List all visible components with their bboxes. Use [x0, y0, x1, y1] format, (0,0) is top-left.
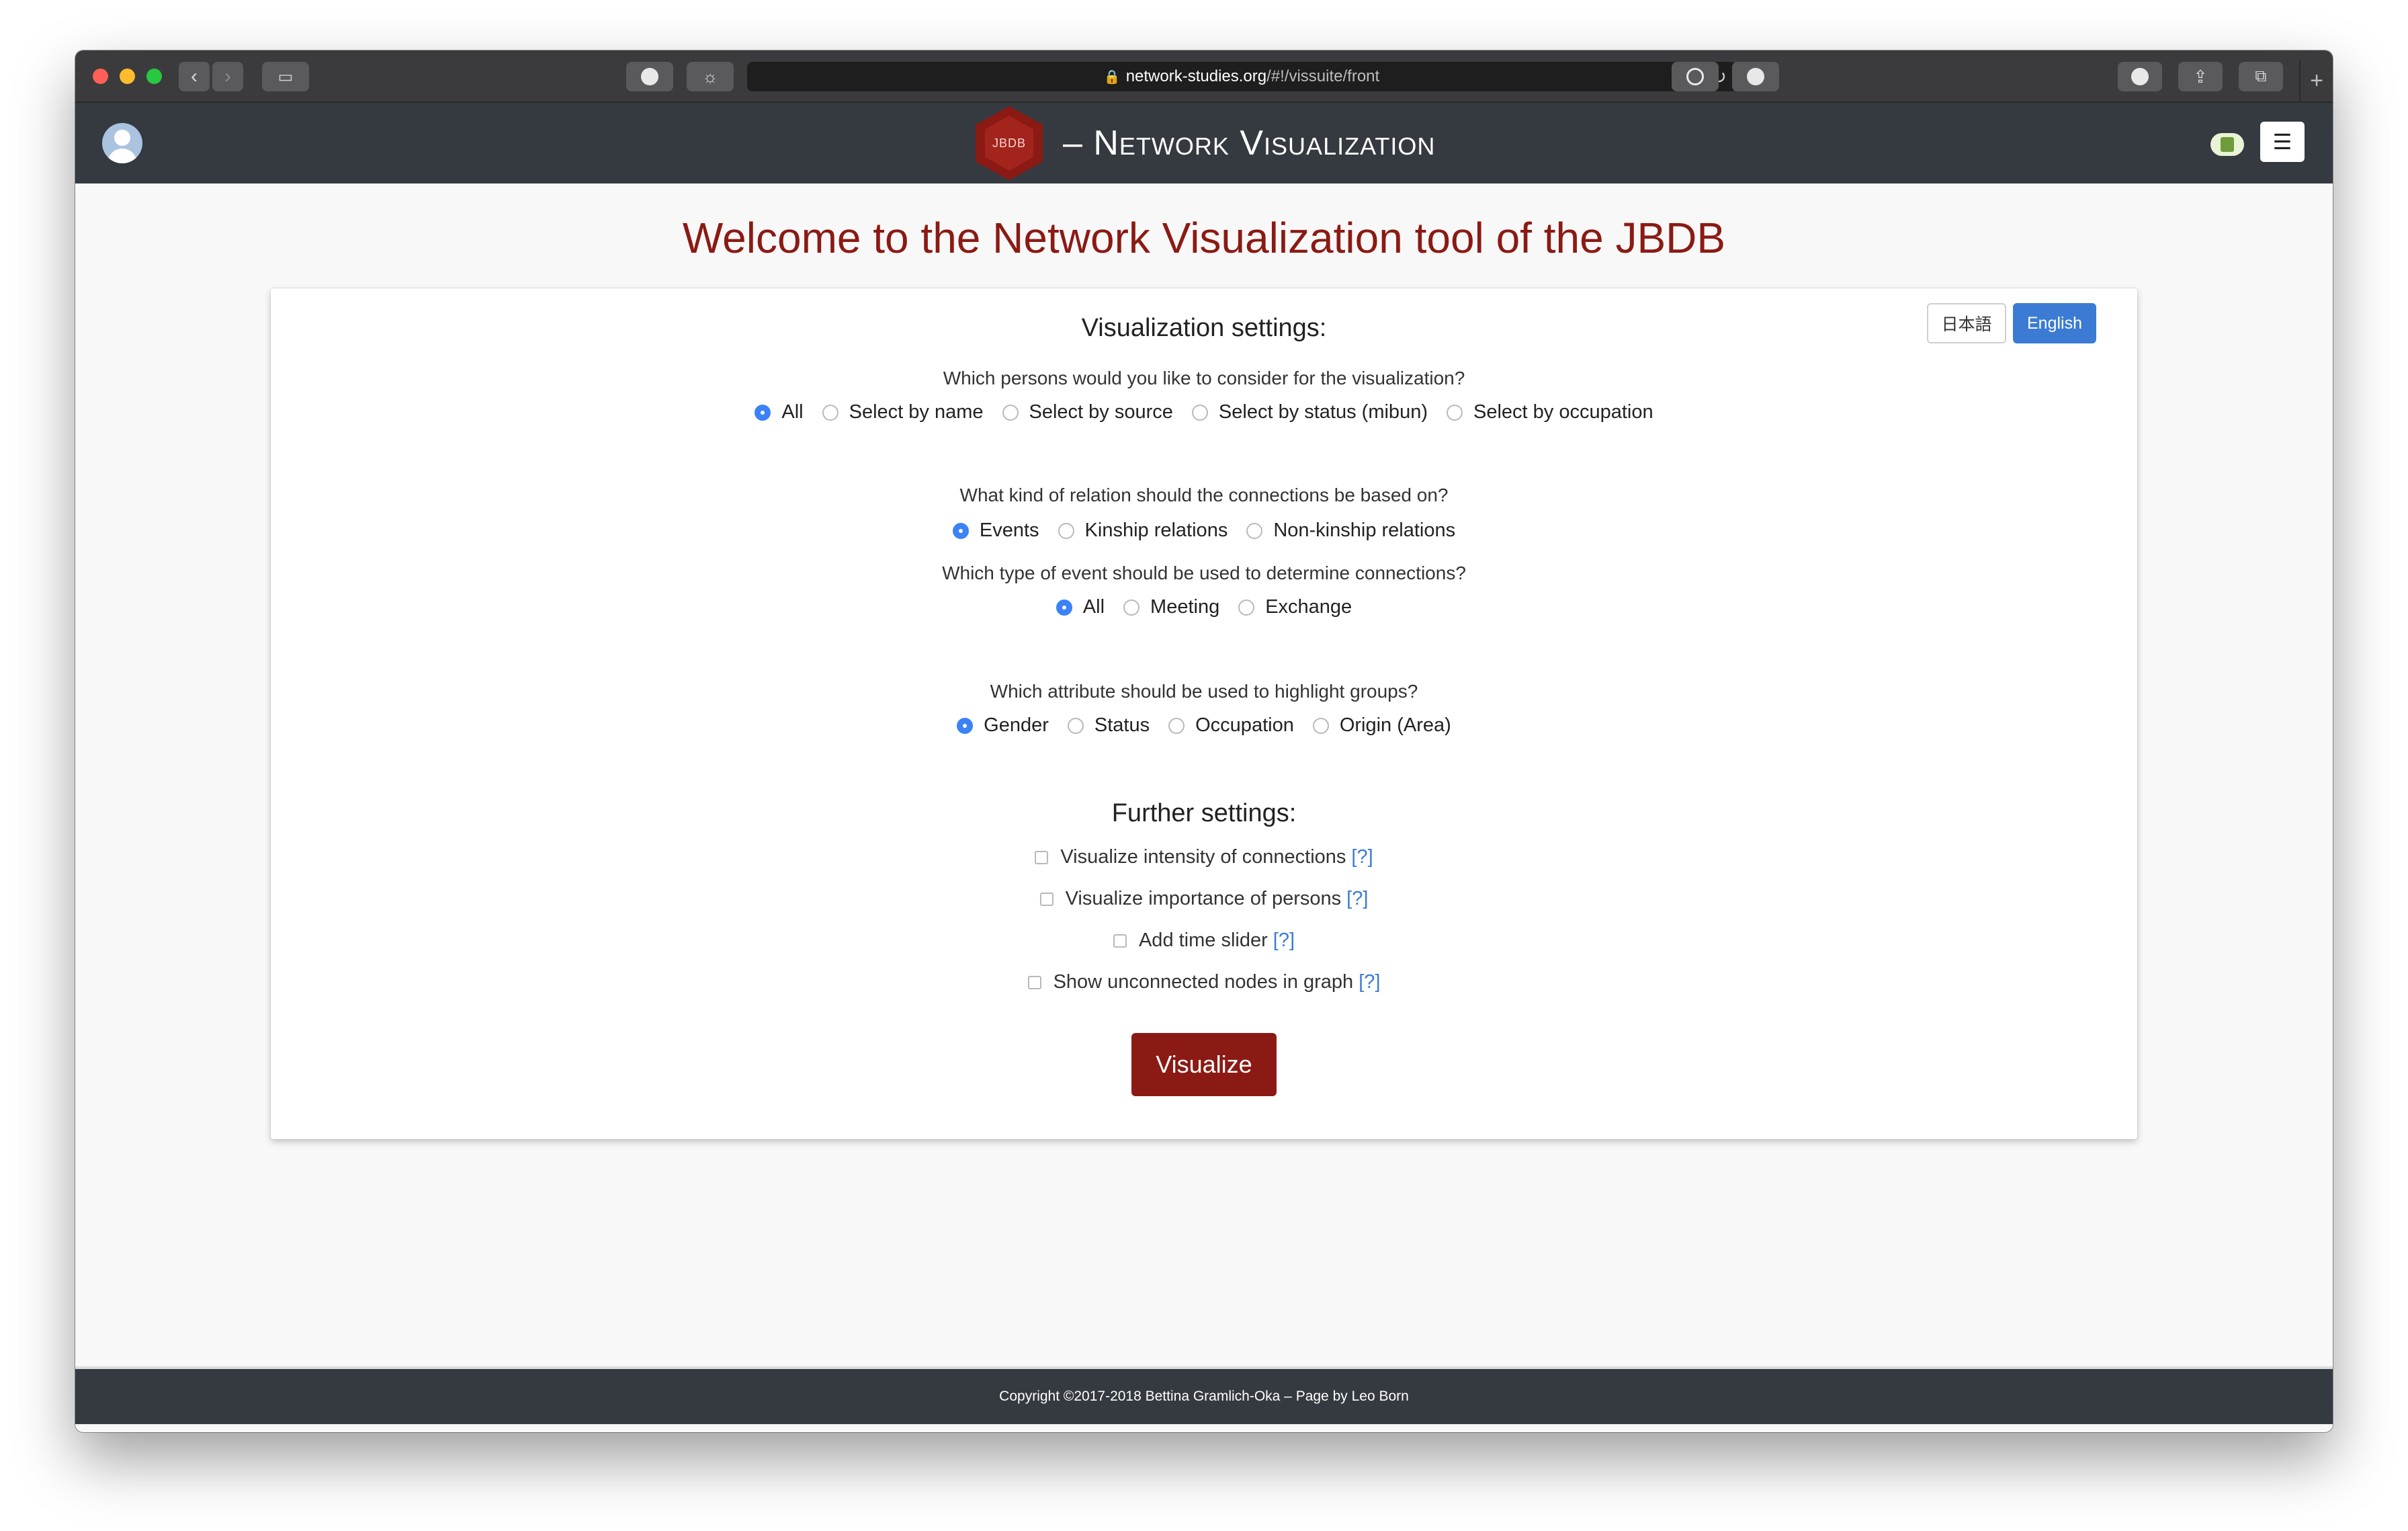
footer: Copyright ©2017-2018 Bettina Gramlich-Ok…	[75, 1366, 2333, 1424]
brightness-extension-button[interactable]: ☼	[687, 62, 734, 91]
persons-option-name[interactable]: Select by name	[822, 401, 984, 423]
radio-button[interactable]	[1067, 717, 1084, 734]
book-button[interactable]	[2210, 133, 2244, 156]
importance-checkbox[interactable]	[1039, 892, 1054, 906]
settings-card: 日本語 English Visualization settings: Whic…	[271, 288, 2137, 1139]
password-extension-button[interactable]	[1672, 62, 1719, 91]
attribute-option-status[interactable]: Status	[1067, 714, 1150, 737]
tabs-overview-button[interactable]: ⧉	[2239, 62, 2283, 91]
radio-button[interactable]	[822, 404, 838, 421]
attribute-option-occupation[interactable]: Occupation	[1168, 714, 1294, 737]
main-content: Welcome to the Network Visualization too…	[75, 183, 2333, 1424]
unconnected-nodes-option[interactable]: Show unconnected nodes in graph [?]	[271, 971, 2137, 993]
event-option-meeting[interactable]: Meeting	[1123, 596, 1219, 618]
radio-button[interactable]	[1238, 599, 1255, 616]
book-icon	[2221, 137, 2234, 152]
event-type-options: All Meeting Exchange	[271, 596, 2137, 618]
sidebar-icon: ▭	[277, 67, 294, 86]
app-header: JBDB – Network Visualization ☰	[75, 103, 2333, 183]
radio-button[interactable]	[957, 717, 974, 734]
app-title: – Network Visualization	[1063, 124, 1436, 163]
importance-option[interactable]: Visualize importance of persons [?]	[271, 888, 2137, 910]
intensity-help-link[interactable]: [?]	[1351, 846, 1373, 868]
forward-button[interactable]: ›	[212, 62, 243, 91]
time-slider-option[interactable]: Add time slider [?]	[271, 929, 2137, 952]
close-window-button[interactable]	[93, 69, 108, 84]
hamburger-icon: ☰	[2272, 130, 2292, 154]
shield-icon	[641, 68, 658, 85]
user-avatar[interactable]	[102, 123, 142, 163]
browser-window: ‹ › ▭ ☼ 🔒 network-studies.org /#!/vissui…	[75, 50, 2333, 1432]
unconnected-nodes-checkbox[interactable]	[1027, 975, 1041, 989]
download-icon	[2131, 68, 2149, 85]
plus-icon: +	[2310, 67, 2323, 93]
relation-options: Events Kinship relations Non-kinship rel…	[271, 520, 2137, 542]
radio-button[interactable]	[952, 522, 969, 539]
chevron-right-icon: ›	[224, 65, 231, 87]
radio-button[interactable]	[755, 404, 771, 421]
attribute-option-origin[interactable]: Origin (Area)	[1312, 714, 1451, 737]
minimize-window-button[interactable]	[120, 69, 135, 84]
chevron-left-icon: ‹	[191, 65, 198, 87]
jbdb-logo: JBDB	[976, 106, 1043, 180]
event-type-question: Which type of event should be used to de…	[942, 563, 1466, 583]
translate-icon	[1747, 68, 1764, 85]
importance-help-link[interactable]: [?]	[1346, 888, 1368, 910]
radio-button[interactable]	[1058, 522, 1074, 539]
persons-option-source[interactable]: Select by source	[1002, 401, 1173, 423]
page-title: Welcome to the Network Visualization too…	[682, 214, 1726, 262]
event-option-all[interactable]: All	[1056, 596, 1105, 618]
radio-button[interactable]	[1168, 717, 1185, 734]
further-settings-heading: Further settings:	[1111, 799, 1297, 827]
attribute-option-gender[interactable]: Gender	[957, 714, 1049, 737]
sun-icon: ☼	[702, 66, 718, 87]
menu-button[interactable]: ☰	[2260, 122, 2305, 162]
radio-button[interactable]	[1446, 404, 1463, 421]
share-icon: ⇪	[2193, 66, 2208, 87]
visualize-button[interactable]: Visualize	[1131, 1033, 1277, 1096]
intensity-checkbox[interactable]	[1035, 850, 1049, 864]
ublock-extension-button[interactable]	[626, 62, 673, 91]
radio-button[interactable]	[1002, 404, 1019, 421]
persons-option-status[interactable]: Select by status (mibun)	[1191, 401, 1428, 423]
persons-question: Which persons would you like to consider…	[943, 368, 1465, 388]
relation-option-non-kinship[interactable]: Non-kinship relations	[1246, 520, 1455, 542]
event-option-exchange[interactable]: Exchange	[1238, 596, 1352, 618]
user-icon	[114, 130, 130, 146]
radio-button[interactable]	[1191, 404, 1208, 421]
radio-button[interactable]	[1123, 599, 1140, 616]
attribute-options: Gender Status Occupation Origin (Area)	[271, 714, 2137, 737]
translate-extension-button[interactable]	[1732, 62, 1779, 91]
back-button[interactable]: ‹	[179, 62, 210, 91]
downloads-button[interactable]	[2118, 62, 2162, 91]
maximize-window-button[interactable]	[146, 69, 162, 84]
radio-button[interactable]	[1312, 717, 1329, 734]
lock-icon: 🔒	[1103, 69, 1121, 85]
tabs-icon: ⧉	[2255, 67, 2267, 85]
browser-toolbar: ‹ › ▭ ☼ 🔒 network-studies.org /#!/vissui…	[75, 50, 2333, 103]
attribute-question: Which attribute should be used to highli…	[990, 681, 1418, 702]
copyright-text: Copyright ©2017-2018 Bettina Gramlich-Ok…	[999, 1389, 1409, 1404]
time-slider-checkbox[interactable]	[1113, 934, 1127, 948]
persons-option-occupation[interactable]: Select by occupation	[1446, 401, 1653, 423]
relation-question: What kind of relation should the connect…	[959, 485, 1449, 505]
time-slider-help-link[interactable]: [?]	[1273, 929, 1295, 952]
persons-option-all[interactable]: All	[755, 401, 804, 423]
intensity-option[interactable]: Visualize intensity of connections [?]	[271, 846, 2137, 868]
unconnected-nodes-help-link[interactable]: [?]	[1359, 971, 1380, 993]
radio-button[interactable]	[1056, 599, 1072, 616]
relation-option-events[interactable]: Events	[952, 520, 1039, 542]
relation-option-kinship[interactable]: Kinship relations	[1058, 520, 1228, 542]
persons-options: All Select by name Select by source Sele…	[271, 401, 2137, 423]
visualization-settings-heading: Visualization settings:	[1081, 314, 1327, 342]
new-tab-button[interactable]: +	[2299, 60, 2333, 101]
url-host: network-studies.org	[1125, 67, 1267, 85]
radio-button[interactable]	[1246, 522, 1263, 539]
address-bar[interactable]: 🔒 network-studies.org /#!/vissuite/front…	[747, 62, 1736, 91]
brand[interactable]: JBDB – Network Visualization	[976, 103, 1435, 183]
password-icon	[1686, 68, 1704, 85]
share-button[interactable]: ⇪	[2178, 62, 2223, 91]
sidebar-toggle-button[interactable]: ▭	[262, 62, 309, 91]
url-path: /#!/vissuite/front	[1266, 67, 1380, 85]
